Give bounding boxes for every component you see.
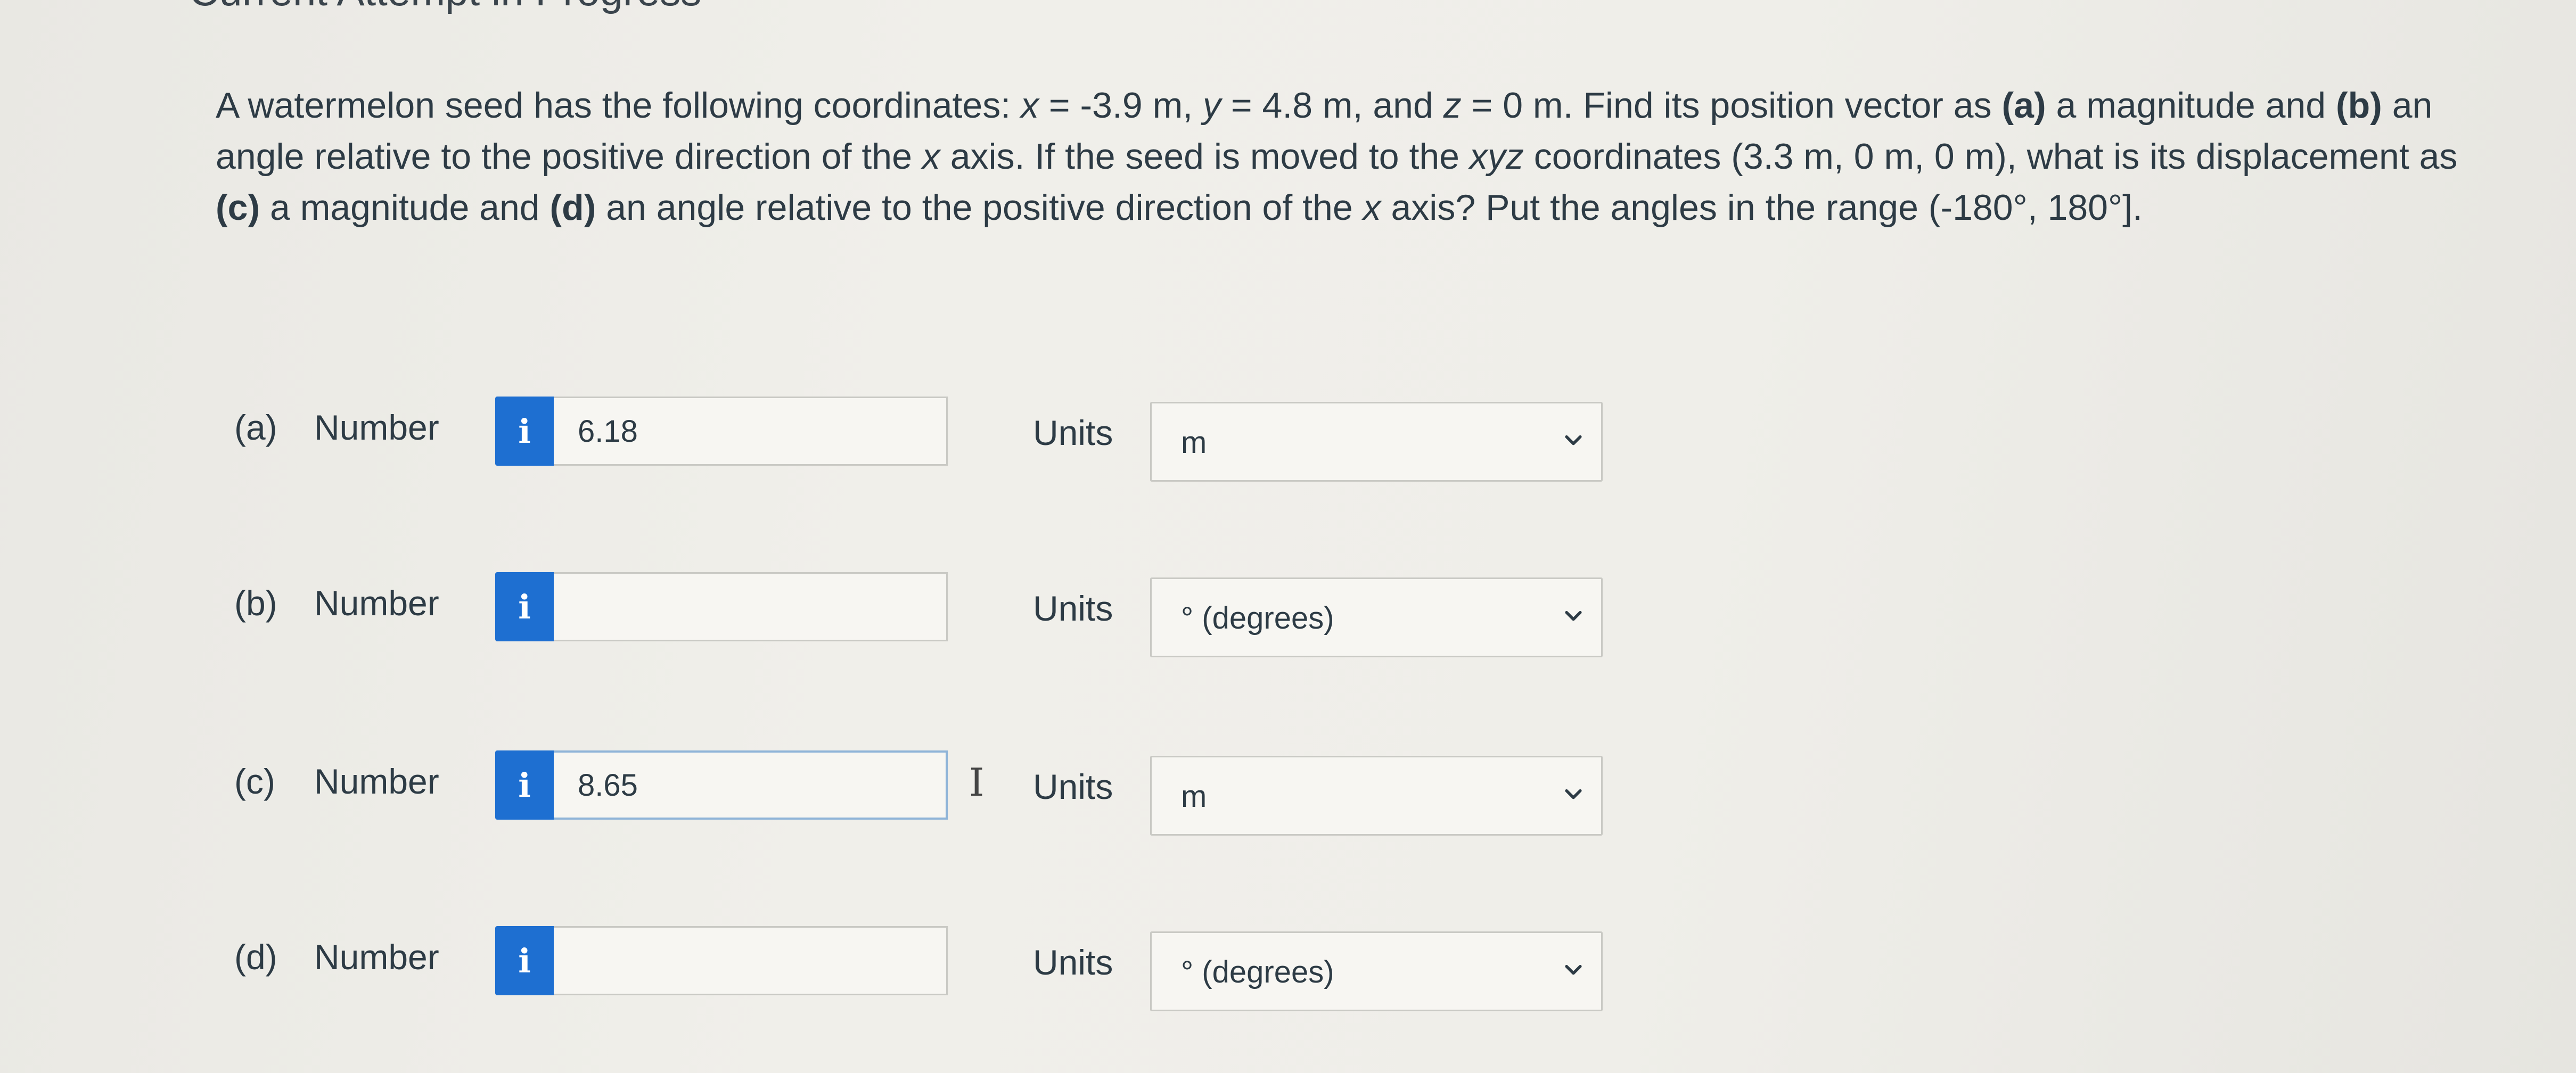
chevron-down-icon — [1565, 964, 1582, 975]
info-icon[interactable]: i — [495, 397, 554, 466]
info-icon[interactable]: i — [495, 750, 554, 820]
chevron-down-icon — [1565, 789, 1582, 799]
question-prompt: A watermelon seed has the following coor… — [216, 80, 2495, 233]
units-select-b[interactable]: ° (degrees) — [1150, 577, 1603, 657]
number-label: Number — [314, 762, 439, 801]
units-selected-value: m — [1181, 779, 1207, 814]
answer-row-c: (c) Number i I Units m — [234, 750, 1619, 836]
units-label: Units — [1033, 767, 1113, 806]
number-input-a[interactable] — [554, 397, 948, 466]
units-label: Units — [1033, 943, 1113, 982]
units-selected-value: ° (degrees) — [1181, 955, 1334, 989]
answer-row-a: (a) Number i Units m — [234, 397, 1619, 482]
units-label: Units — [1033, 589, 1113, 628]
part-label: (d) — [234, 937, 277, 977]
units-label: Units — [1033, 413, 1113, 452]
units-selected-value: ° (degrees) — [1181, 601, 1334, 635]
number-input-d[interactable] — [554, 926, 948, 995]
number-label: Number — [314, 583, 439, 623]
text-cursor-icon: I — [969, 760, 985, 805]
units-select-d[interactable]: ° (degrees) — [1150, 931, 1603, 1011]
info-icon[interactable]: i — [495, 926, 554, 995]
part-label: (a) — [234, 408, 277, 447]
units-select-a[interactable]: m — [1150, 402, 1603, 482]
answer-row-b: (b) Number i Units ° (degrees) — [234, 572, 1619, 657]
answer-row-d: (d) Number i Units ° (degrees) — [234, 926, 1619, 1011]
attempt-status-heading: Current Attempt in Progress — [189, 0, 701, 15]
question-text: A watermelon seed has the following coor… — [216, 85, 2458, 228]
number-input-c[interactable] — [554, 750, 948, 820]
info-icon[interactable]: i — [495, 572, 554, 641]
chevron-down-icon — [1565, 610, 1582, 621]
number-label: Number — [314, 937, 439, 977]
units-select-c[interactable]: m — [1150, 756, 1603, 836]
units-selected-value: m — [1181, 425, 1207, 460]
part-label: (b) — [234, 583, 277, 623]
part-label: (c) — [234, 762, 275, 801]
chevron-down-icon — [1565, 435, 1582, 445]
number-label: Number — [314, 408, 439, 447]
number-input-b[interactable] — [554, 572, 948, 641]
